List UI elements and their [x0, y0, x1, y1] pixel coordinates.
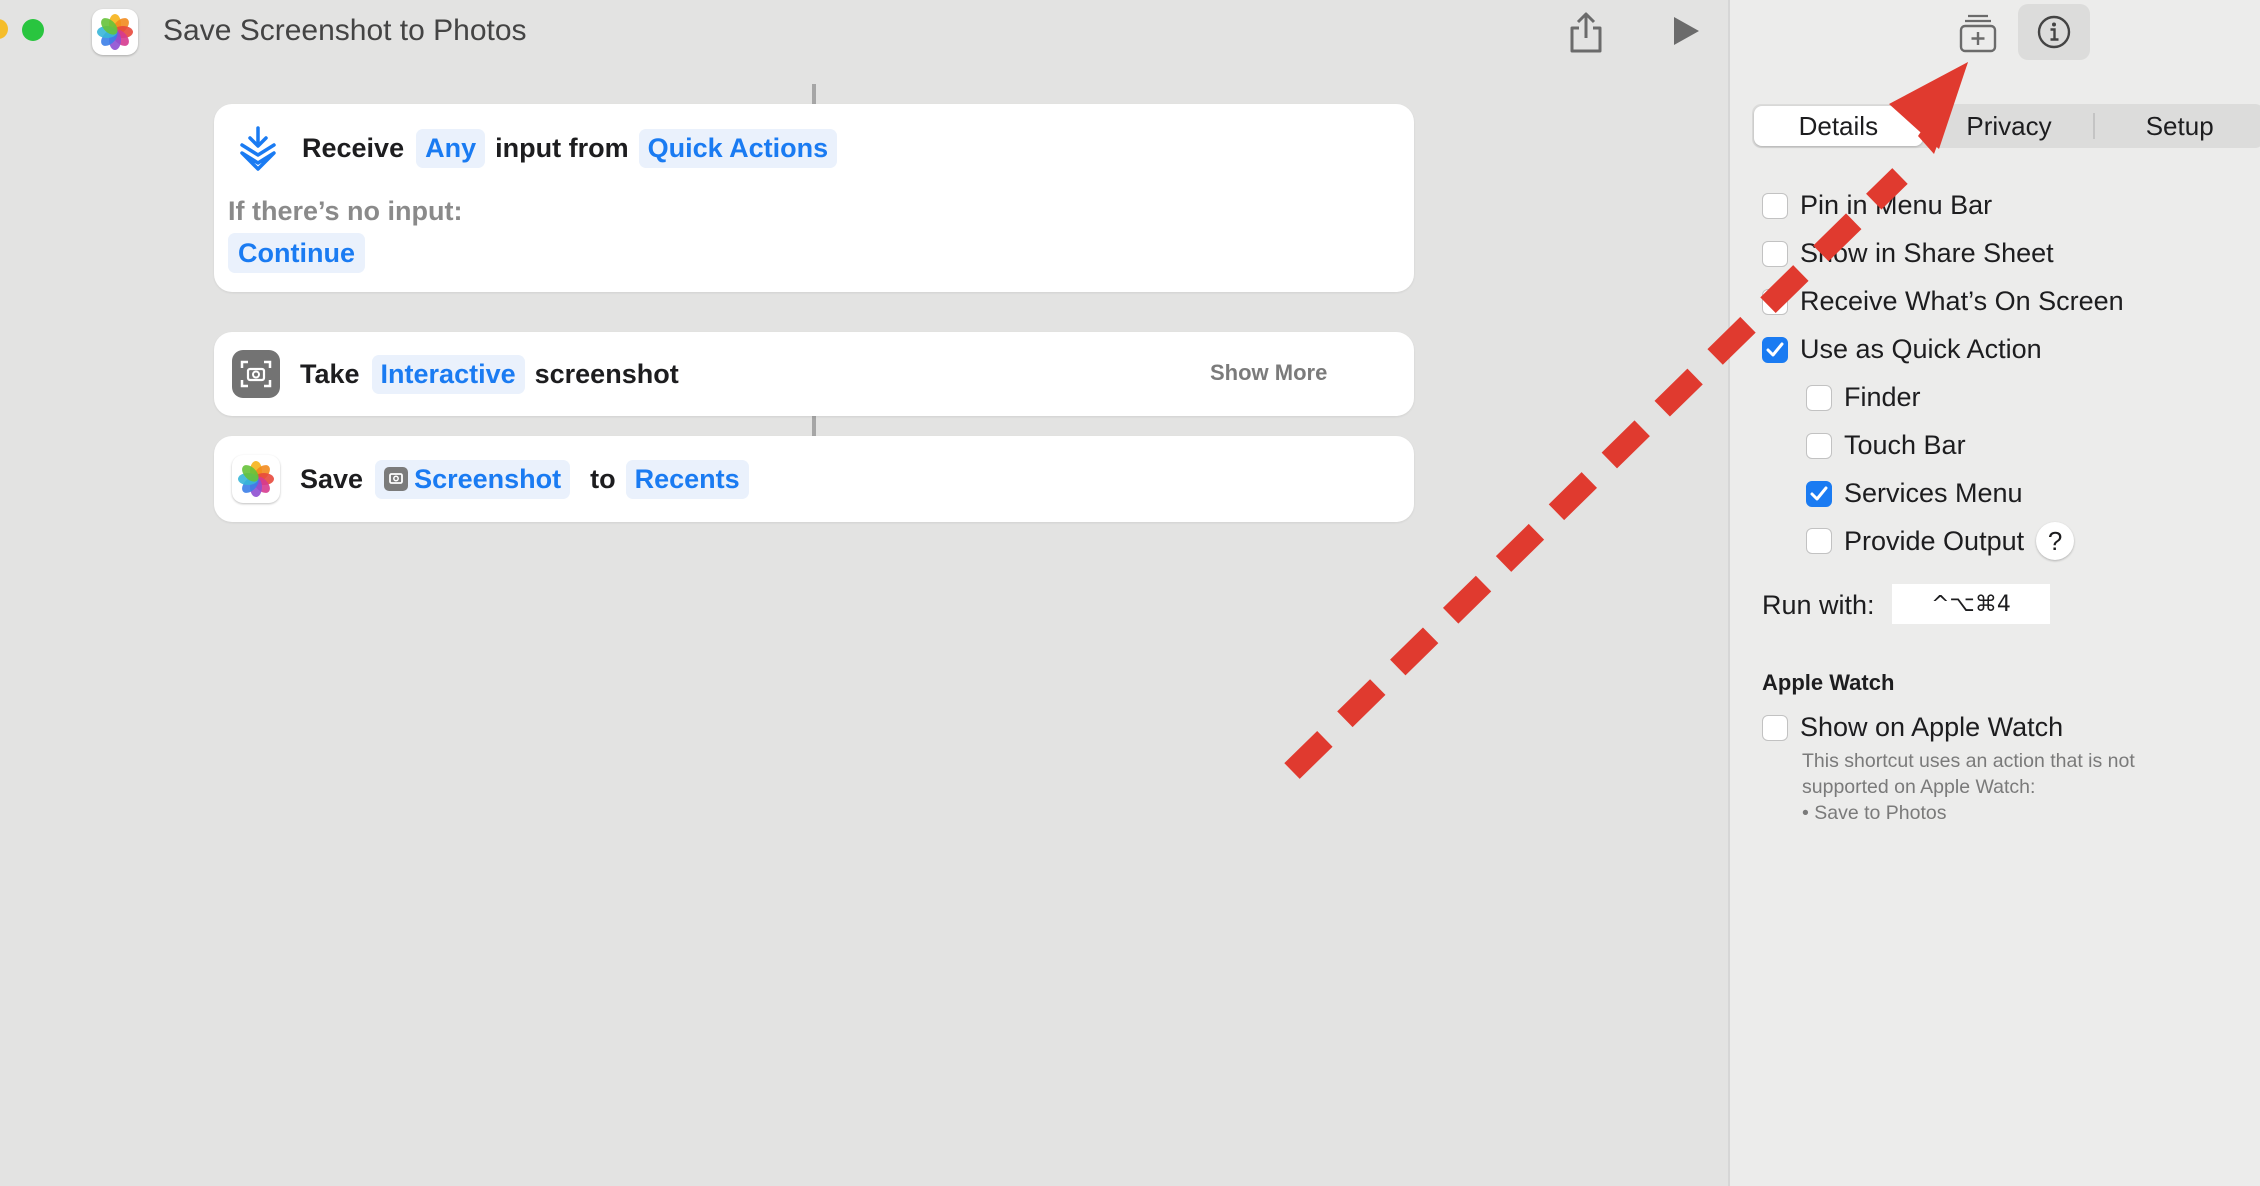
annotation-arrow — [1284, 62, 1968, 779]
annotation-arrow-shaft — [1284, 168, 1908, 779]
